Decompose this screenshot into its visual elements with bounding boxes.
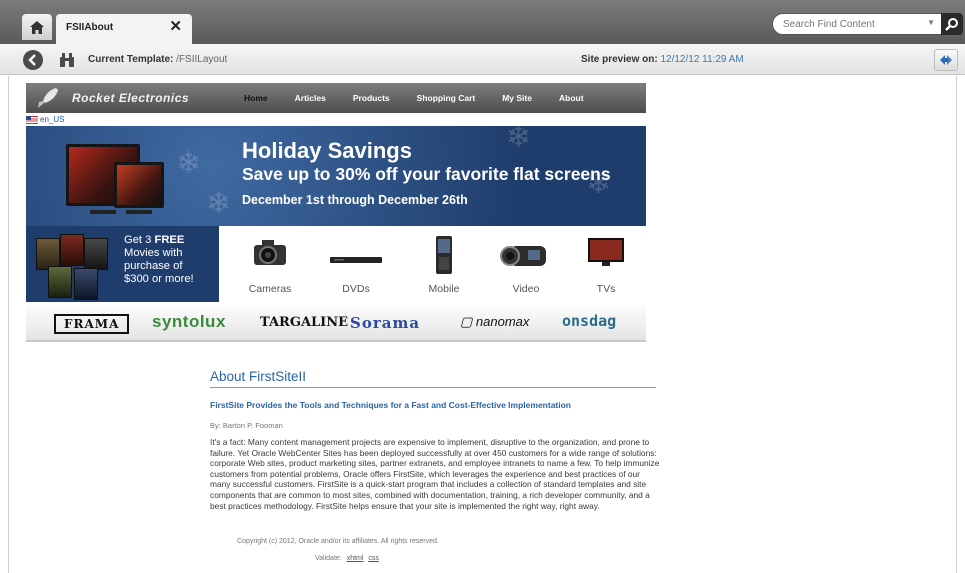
category-label: TVs bbox=[596, 283, 616, 295]
back-button[interactable] bbox=[23, 50, 43, 70]
brand-targaline[interactable]: TARGALINE bbox=[260, 315, 348, 330]
snowflake-icon: ❄ bbox=[206, 187, 232, 220]
category-strip: Cameras DVDs Mobile Video TVs bbox=[219, 226, 646, 302]
video-camera-icon bbox=[500, 246, 546, 266]
tv-image bbox=[114, 162, 164, 208]
dvd-cover-image bbox=[60, 234, 84, 266]
promo-line-4: $300 or more! bbox=[124, 273, 194, 285]
validate-xhtml-link[interactable]: xhtml bbox=[347, 555, 364, 562]
brand-syntolux[interactable]: syntolux bbox=[152, 312, 226, 332]
nav-home[interactable]: Home bbox=[244, 93, 268, 103]
mobile-phone-icon bbox=[436, 236, 452, 274]
camera-icon bbox=[254, 240, 286, 265]
dvd-cover-image bbox=[74, 268, 98, 300]
promo-line-3: purchase of bbox=[124, 260, 183, 272]
search-button[interactable] bbox=[941, 13, 963, 35]
category-label: DVDs bbox=[342, 283, 370, 295]
rocket-logo-icon bbox=[38, 88, 58, 108]
nav-articles[interactable]: Articles bbox=[295, 93, 326, 103]
locale-label: en_US bbox=[40, 115, 65, 124]
category-video[interactable]: Video bbox=[491, 226, 561, 302]
validate-label: Validate: bbox=[315, 555, 342, 562]
site-preview: Site preview on: 12/12/12 11:29 AM bbox=[581, 54, 744, 65]
brand-nanomax[interactable]: ▢ nanomax bbox=[460, 314, 529, 330]
dvd-cover-image bbox=[48, 266, 72, 298]
banner-dates: December 1st through December 26th bbox=[242, 193, 468, 207]
dvd-cover-image bbox=[84, 238, 108, 270]
nav-about[interactable]: About bbox=[559, 93, 584, 103]
banner-title: Holiday Savings bbox=[242, 138, 412, 163]
site-preview-date[interactable]: 12/12/12 11:29 AM bbox=[660, 54, 743, 65]
current-template-label: Current Template: bbox=[88, 54, 174, 65]
category-tvs[interactable]: TVs bbox=[571, 226, 641, 302]
category-mobile[interactable]: Mobile bbox=[409, 226, 479, 302]
promo-line-2: Movies with bbox=[124, 247, 183, 259]
nav-products[interactable]: Products bbox=[353, 93, 390, 103]
free-movies-promo[interactable]: Get 3 FREE Movies with purchase of $300 … bbox=[26, 226, 219, 302]
sync-button[interactable] bbox=[934, 49, 958, 71]
category-label: Cameras bbox=[248, 283, 292, 295]
brand-sorama[interactable]: Sorama bbox=[350, 314, 420, 332]
home-button[interactable] bbox=[22, 14, 52, 40]
current-template-value: /FSIILayout bbox=[176, 54, 228, 65]
binoculars-icon bbox=[60, 53, 74, 67]
brand-nanomax-label: nanomax bbox=[475, 314, 530, 329]
site-nav: Home Articles Products Shopping Cart My … bbox=[244, 93, 611, 103]
binoculars-button[interactable] bbox=[58, 51, 76, 69]
brand-strip: FRAMA syntolux TARGALINE Sorama ▢ nanoma… bbox=[26, 302, 646, 342]
search-input[interactable] bbox=[783, 17, 923, 31]
tv-outline-icon: ▢ bbox=[460, 314, 473, 329]
page-title: About FirstSiteII bbox=[210, 369, 656, 388]
nav-shopping-cart[interactable]: Shopping Cart bbox=[417, 93, 476, 103]
banner-subtitle: Save up to 30% off your favorite flat sc… bbox=[242, 164, 611, 184]
category-label: Mobile bbox=[428, 283, 460, 295]
brand-onsdag[interactable]: onsdag bbox=[562, 312, 616, 330]
chevron-down-icon[interactable]: ▼ bbox=[927, 18, 935, 27]
category-cameras[interactable]: Cameras bbox=[235, 226, 305, 302]
snowflake-icon: ❄ bbox=[506, 126, 532, 154]
category-label: Video bbox=[512, 283, 540, 295]
category-dvds[interactable]: DVDs bbox=[321, 226, 391, 302]
promo-text: Get 3 FREE Movies with purchase of $300 … bbox=[124, 234, 216, 286]
site-header: Rocket Electronics Home Articles Product… bbox=[26, 83, 646, 113]
copyright: Copyright (c) 2012, Oracle and/or its af… bbox=[237, 538, 439, 545]
article-heading[interactable]: FirstSite Provides the Tools and Techniq… bbox=[210, 400, 571, 410]
validate-links: Validate: xhtml css bbox=[315, 555, 379, 562]
home-icon bbox=[30, 20, 44, 34]
validate-css-link[interactable]: css bbox=[368, 555, 379, 562]
nav-my-site[interactable]: My Site bbox=[502, 93, 532, 103]
tab-fsiiabout[interactable]: FSIIAbout ✕ bbox=[56, 14, 192, 44]
current-template: Current Template: /FSIILayout bbox=[88, 54, 227, 65]
search-icon bbox=[945, 18, 958, 31]
close-icon[interactable]: ✕ bbox=[169, 19, 182, 35]
brand-frama[interactable]: FRAMA bbox=[54, 314, 130, 334]
dvd-player-icon bbox=[330, 257, 382, 263]
sync-arrows-icon bbox=[940, 55, 952, 65]
tv-icon bbox=[588, 238, 624, 266]
locale-selector[interactable]: en_US bbox=[26, 115, 64, 124]
snowflake-icon: ❄ bbox=[176, 147, 202, 180]
site-logo[interactable]: Rocket Electronics bbox=[72, 91, 189, 105]
tab-label: FSIIAbout bbox=[66, 22, 114, 33]
tv-stand bbox=[126, 210, 152, 214]
preview-toolbar: Current Template: /FSIILayout Site previ… bbox=[0, 44, 965, 75]
site-preview-label: Site preview on: bbox=[581, 54, 658, 65]
top-tab-bar: FSIIAbout ✕ ▼ bbox=[0, 0, 965, 44]
holiday-banner[interactable]: ❄ ❄ ❄ ❄ Holiday Savings Save up to 30% o… bbox=[26, 126, 646, 226]
article-byline: By: Barton P. Fooman bbox=[210, 421, 283, 430]
tv-stand bbox=[90, 210, 116, 214]
promo-line-1: Get 3 bbox=[124, 234, 155, 246]
back-arrow-icon bbox=[28, 54, 36, 66]
promo-free: FREE bbox=[154, 234, 185, 246]
us-flag-icon bbox=[26, 115, 38, 124]
search-field[interactable]: ▼ bbox=[772, 13, 942, 35]
article-body: It's a fact: Many content management pro… bbox=[210, 437, 660, 511]
